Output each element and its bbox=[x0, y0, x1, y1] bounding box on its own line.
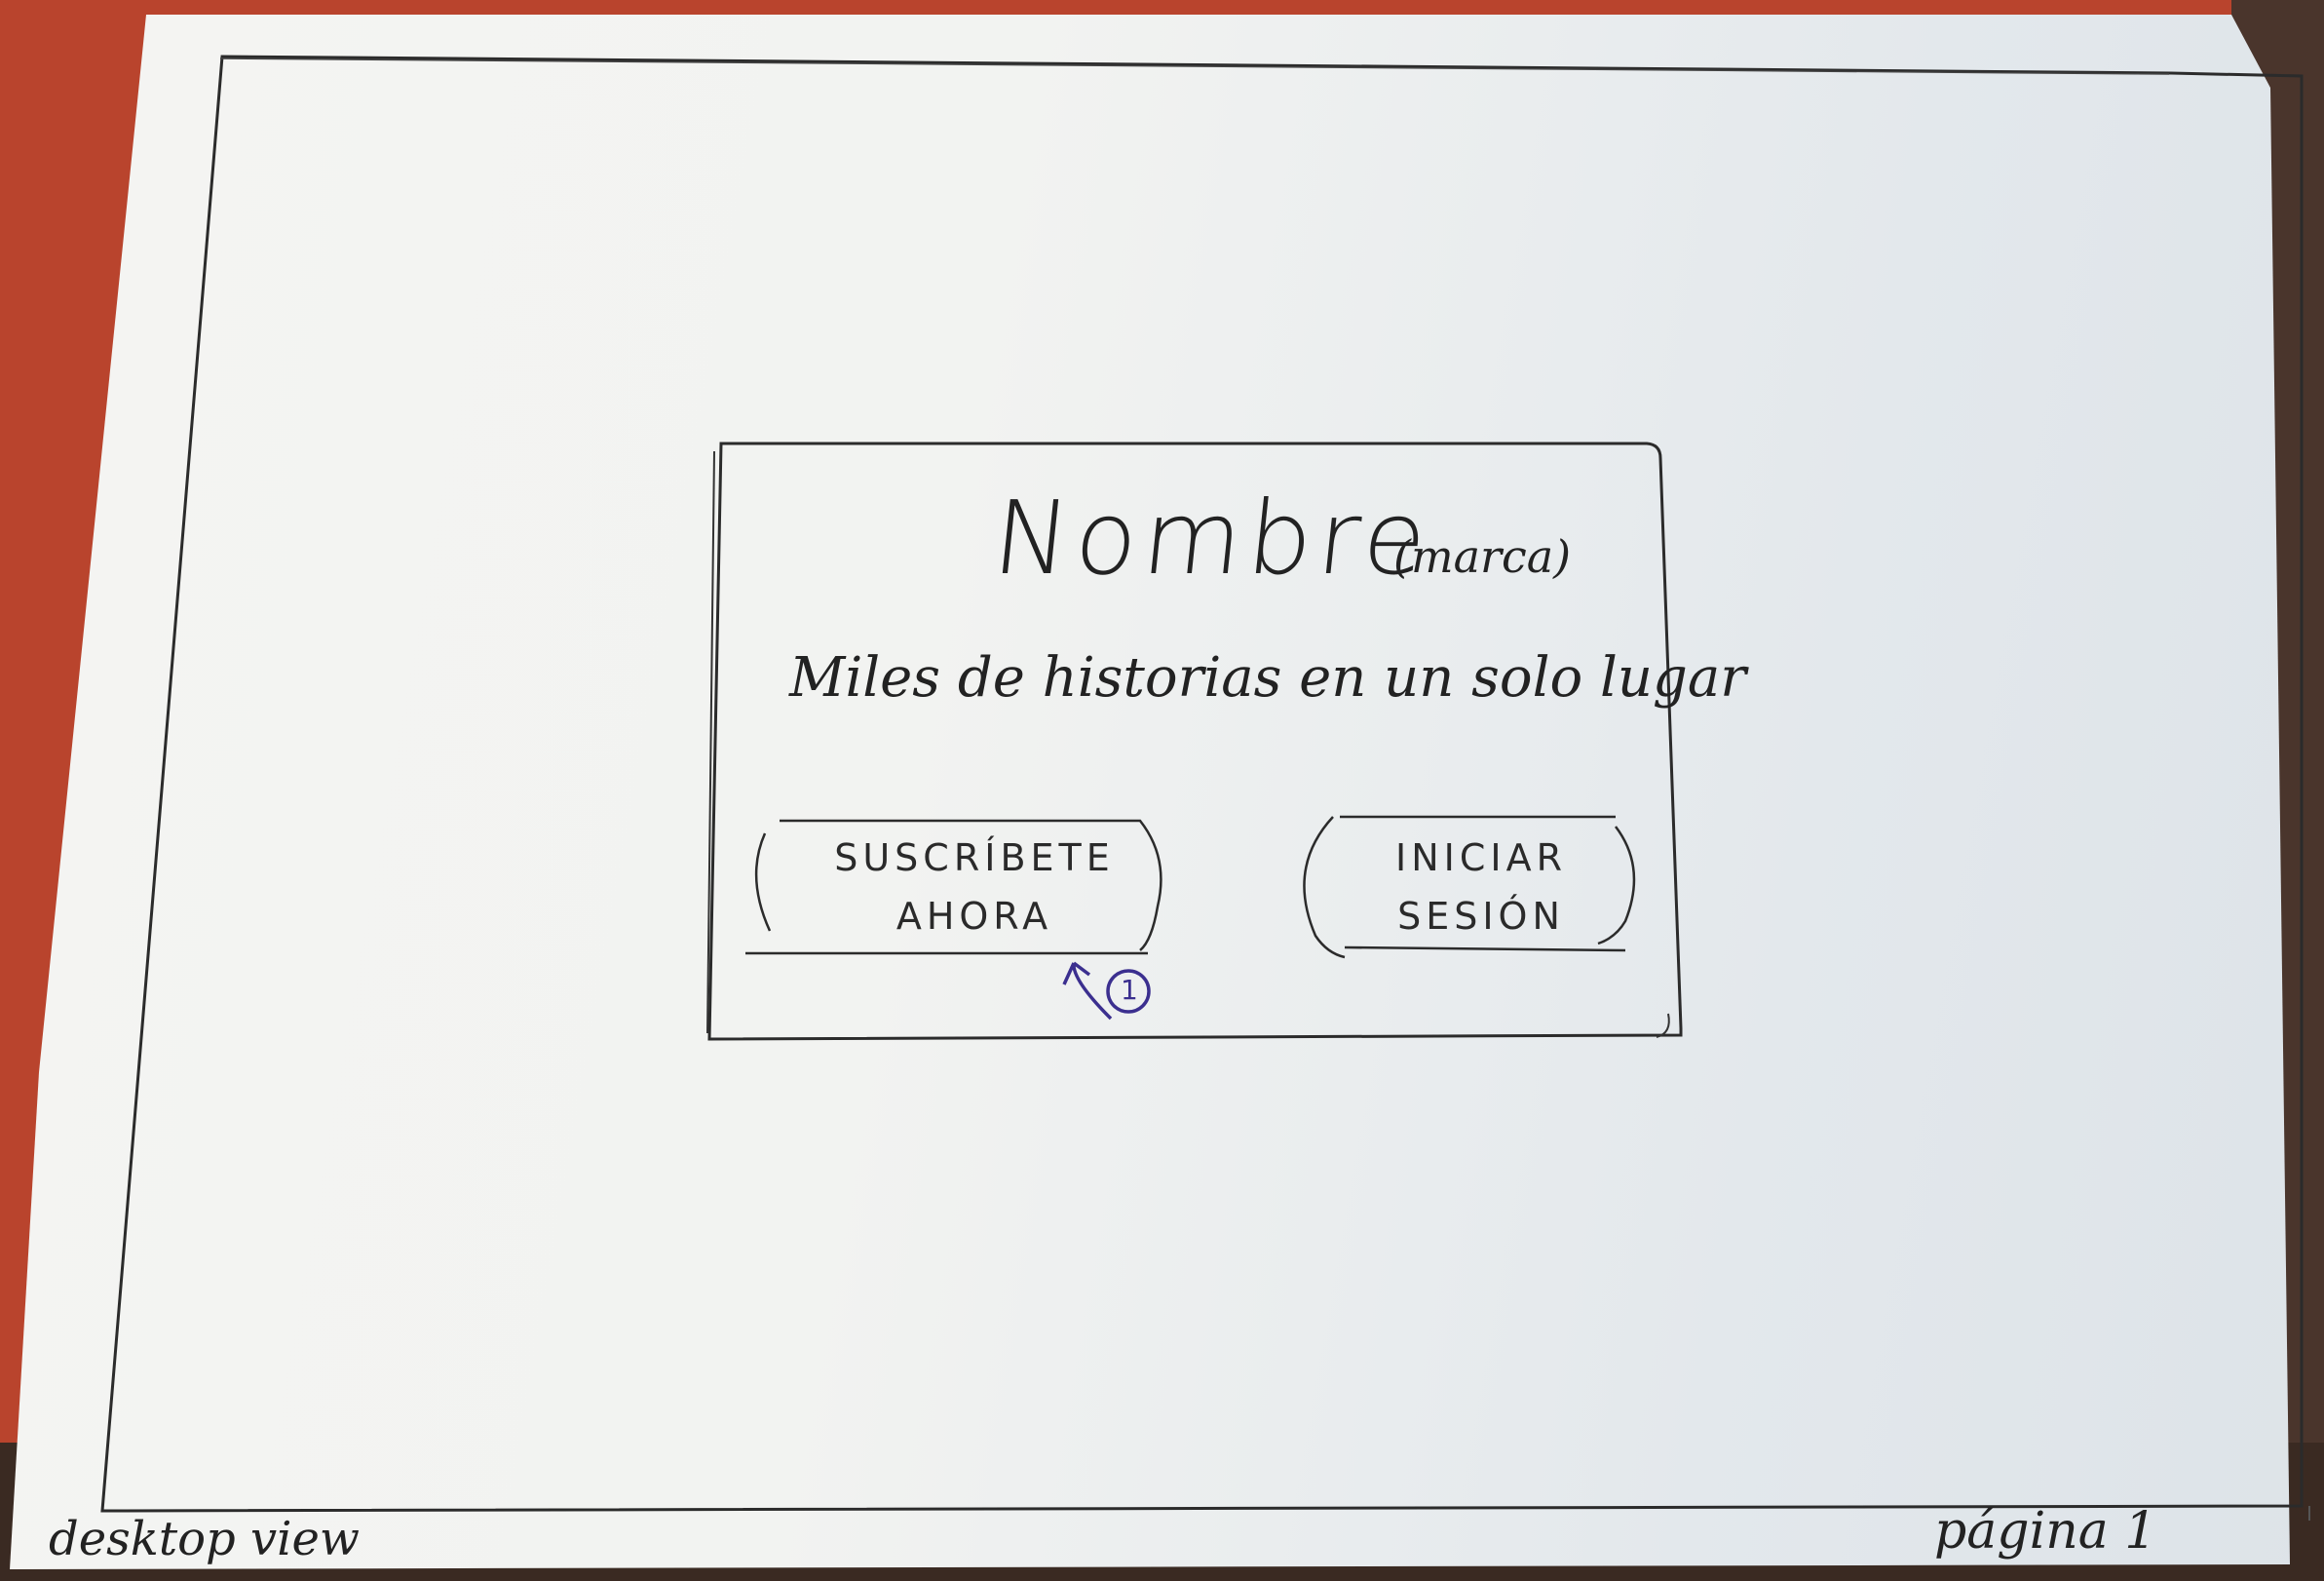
page-label: página 1 bbox=[1934, 1502, 2157, 1561]
subscribe-button[interactable] bbox=[750, 819, 1160, 955]
login-button[interactable] bbox=[1306, 819, 1637, 955]
tagline: Miles de historias en un solo lugar bbox=[789, 646, 1746, 710]
view-label: desktop view bbox=[49, 1512, 360, 1566]
brand-name: Nombre bbox=[987, 479, 1438, 598]
paper-sheet bbox=[10, 15, 2290, 1569]
annotation-number: 1 bbox=[1121, 974, 1138, 1006]
brand-note: (marca) bbox=[1393, 530, 1572, 583]
